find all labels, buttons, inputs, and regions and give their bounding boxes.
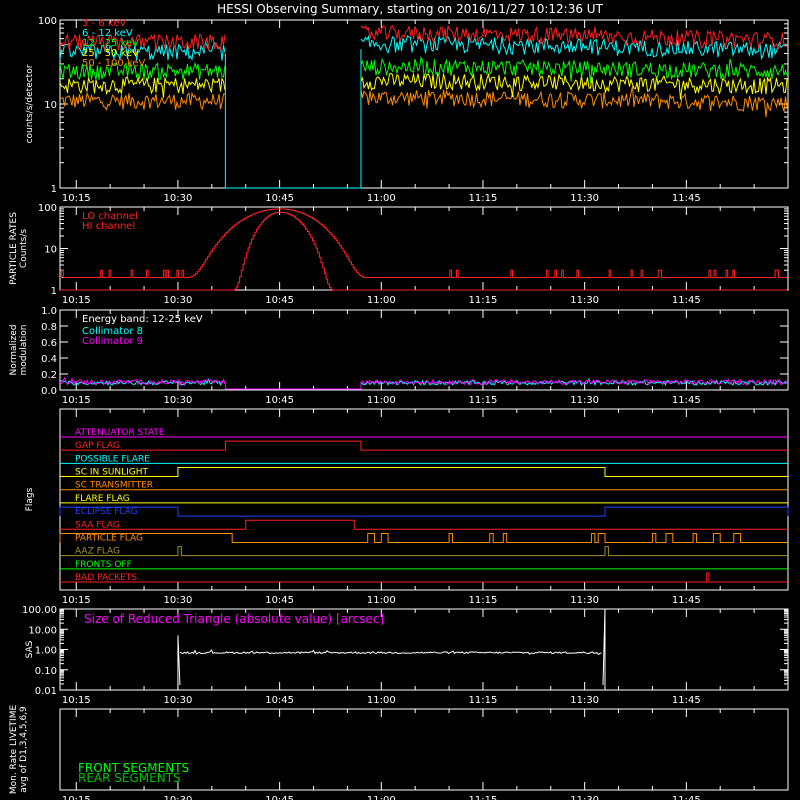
y-tick-label: 1 [51, 184, 57, 195]
y-tick-label: 0.6 [41, 338, 57, 349]
annotation: Energy band: 12-25 keV [82, 314, 203, 325]
time-tick-label: 11:45 [672, 193, 701, 204]
flag-label: SC IN SUNLIGHT [75, 468, 149, 478]
time-tick-label: 11:30 [570, 695, 599, 706]
y-tick-label: 1.0 [41, 306, 57, 317]
y-tick-label: 0.8 [41, 322, 57, 333]
time-tick-label: 11:30 [570, 595, 599, 606]
time-tick-label: 10:30 [164, 295, 193, 306]
y-axis-label: PARTICLE RATES [9, 212, 19, 285]
time-tick-label: 11:30 [570, 295, 599, 306]
time-tick-label: 11:15 [469, 395, 498, 406]
time-tick-label: 10:45 [265, 595, 294, 606]
flag-label: SAA FLAG [75, 520, 120, 530]
time-tick-label: 10:15 [62, 595, 91, 606]
y-axis-label: Counts/s [19, 229, 29, 268]
y-tick-label: 100 [38, 16, 57, 27]
legend-entry: 50 - 100 keV [82, 58, 146, 69]
flag-label: FLARE FLAG [75, 494, 130, 504]
legend-entry: HI channel [82, 221, 135, 232]
time-tick-label: 10:15 [62, 193, 91, 204]
y-axis-label: Flags [25, 487, 35, 511]
y-tick-label: 0.0 [41, 386, 57, 397]
flag-label: FRONTS OFF [75, 560, 132, 570]
time-tick-label: 10:45 [265, 193, 294, 204]
time-tick-label: 11:45 [672, 795, 701, 800]
time-tick-label: 11:00 [367, 395, 396, 406]
time-tick-label: 11:00 [367, 595, 396, 606]
time-tick-label: 10:30 [164, 193, 193, 204]
time-tick-label: 11:15 [469, 795, 498, 800]
time-tick-label: 11:15 [469, 695, 498, 706]
time-tick-label: 10:45 [265, 795, 294, 800]
time-tick-label: 11:30 [570, 395, 599, 406]
time-tick-label: 10:30 [164, 595, 193, 606]
flag-label: PARTICLE FLAG [75, 533, 143, 543]
flag-label: BAD PACKETS [75, 573, 137, 583]
time-tick-label: 11:00 [367, 695, 396, 706]
y-axis-label: Normalized [9, 324, 19, 375]
y-axis-label: avg of D1,3,4,5,6,9 [19, 706, 29, 793]
time-tick-label: 11:45 [672, 295, 701, 306]
y-tick-label: 100 [38, 203, 57, 214]
legend-entry: Collimator 9 [82, 336, 143, 347]
time-tick-label: 11:15 [469, 193, 498, 204]
time-tick-label: 10:30 [164, 795, 193, 800]
time-tick-label: 11:00 [367, 795, 396, 800]
flag-label: POSSIBLE FLARE [75, 454, 150, 464]
flag-label: GAP FLAG [75, 441, 120, 451]
time-tick-label: 10:15 [62, 795, 91, 800]
y-axis-label: counts/s/detector [25, 64, 35, 143]
annotation: Size of Reduced Triangle (absolute value… [84, 612, 384, 626]
y-tick-label: 0.01 [35, 686, 57, 697]
time-tick-label: 11:00 [367, 295, 396, 306]
y-tick-label: 0.2 [41, 370, 57, 381]
legend-entry: REAR SEGMENTS [78, 771, 181, 785]
time-tick-label: 11:30 [570, 795, 599, 800]
time-tick-label: 11:15 [469, 295, 498, 306]
y-tick-label: 0.4 [41, 354, 57, 365]
y-axis-label: SAS [25, 640, 35, 658]
flag-label: SC TRANSMITTER [75, 481, 153, 491]
time-tick-label: 10:45 [265, 295, 294, 306]
time-tick-label: 10:30 [164, 395, 193, 406]
time-tick-label: 11:45 [672, 695, 701, 706]
time-tick-label: 11:00 [367, 193, 396, 204]
y-tick-label: 10 [44, 245, 57, 256]
y-tick-label: 1 [51, 286, 57, 297]
flag-label: ATTENUATOR STATE [75, 428, 165, 438]
flag-label: ECLIPSE FLAG [75, 507, 138, 517]
time-tick-label: 10:15 [62, 695, 91, 706]
y-tick-label: 1.00 [35, 646, 57, 657]
time-tick-label: 10:30 [164, 695, 193, 706]
time-tick-label: 11:30 [570, 193, 599, 204]
time-tick-label: 10:15 [62, 295, 91, 306]
y-tick-label: 10.00 [28, 625, 57, 636]
time-tick-label: 11:15 [469, 595, 498, 606]
y-tick-label: 10 [44, 100, 57, 111]
observing-summary-figure: HESSI Observing Summary, starting on 201… [0, 0, 800, 800]
time-tick-label: 10:45 [265, 395, 294, 406]
figure-title: HESSI Observing Summary, starting on 201… [217, 2, 603, 16]
y-tick-label: 100.00 [22, 605, 57, 616]
time-tick-label: 11:45 [672, 395, 701, 406]
y-tick-label: 0.10 [35, 666, 57, 677]
flag-label: AAZ FLAG [75, 547, 120, 557]
time-tick-label: 10:15 [62, 395, 91, 406]
y-axis-label: Mon. Rate LIVETIME [9, 705, 19, 795]
y-axis-label: modulation [19, 325, 29, 376]
time-tick-label: 11:45 [672, 595, 701, 606]
time-tick-label: 10:45 [265, 695, 294, 706]
